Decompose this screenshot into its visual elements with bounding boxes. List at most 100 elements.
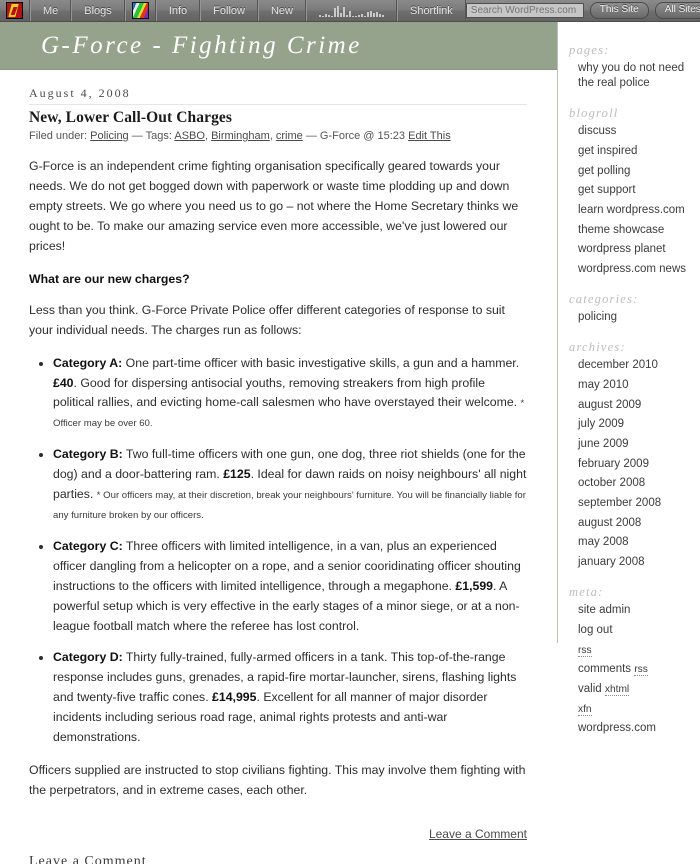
sidebar-list-item: october 2008 bbox=[578, 476, 693, 491]
sidebar-link[interactable]: site admin bbox=[578, 604, 630, 616]
stats-bar bbox=[321, 16, 324, 17]
this-site-button[interactable]: This Site bbox=[589, 2, 649, 19]
post-closing-paragraph: Officers supplied are instructed to stop… bbox=[29, 762, 526, 797]
sidebar-list-item: august 2008 bbox=[578, 516, 693, 531]
sidebar-link[interactable]: october 2008 bbox=[578, 477, 645, 489]
charge-text-after: . Good for dispersing antisocial youths,… bbox=[53, 375, 521, 410]
stats-bar bbox=[381, 15, 384, 17]
sidebar-link[interactable]: get support bbox=[578, 184, 636, 196]
sidebar-link[interactable]: september 2008 bbox=[578, 497, 661, 509]
post-footer-cutoff: Leave a Comment bbox=[29, 853, 147, 864]
sidebar-link[interactable]: wordpress.com news bbox=[578, 263, 686, 275]
sidebar-link[interactable]: comments rss bbox=[578, 663, 648, 677]
sidebar-list-item: why you do not need the real police bbox=[578, 61, 693, 91]
stats-bar bbox=[378, 14, 381, 17]
sidebar-list: site admin log out rss comments rss valid xh… bbox=[569, 603, 693, 736]
charges-list: Category A: One part-time officer with b… bbox=[29, 354, 527, 748]
sidebar-section: blogroll discuss get inspired get polling ge… bbox=[569, 106, 693, 277]
meta-dash-2: — bbox=[305, 130, 317, 142]
adminbar-blogs-label: Blogs bbox=[84, 4, 112, 17]
sidebar-link[interactable]: discuss bbox=[578, 125, 616, 137]
post-tag-asbo[interactable]: ASBO bbox=[174, 130, 205, 142]
stats-bar bbox=[318, 15, 321, 17]
adminbar-me[interactable]: Me bbox=[30, 0, 72, 21]
post-title[interactable]: New, Lower Call-Out Charges bbox=[29, 109, 527, 127]
stats-bar bbox=[327, 15, 330, 17]
tag-sep-1: , bbox=[204, 130, 208, 142]
charge-price: £1,599 bbox=[455, 578, 494, 593]
all-sites-button[interactable]: All Sites bbox=[654, 2, 700, 19]
adminbar-blogs[interactable]: Blogs bbox=[71, 0, 125, 21]
sidebar-list-item: get support bbox=[578, 183, 693, 198]
sidebar-list-item: learn wordpress.com bbox=[578, 203, 693, 218]
abbreviation: xfn bbox=[578, 703, 592, 716]
leave-a-comment-link[interactable]: Leave a Comment bbox=[429, 827, 527, 841]
sidebar-link[interactable]: january 2008 bbox=[578, 556, 645, 568]
charge-text-before: Three officers with limited intelligence… bbox=[53, 538, 521, 593]
charge-item: Category C: Three officers with limited … bbox=[53, 537, 527, 637]
sidebar-list-item: september 2008 bbox=[578, 496, 693, 511]
adminbar-follow[interactable]: Follow bbox=[200, 0, 258, 21]
charge-label: Category D: bbox=[53, 650, 123, 665]
post-category-link[interactable]: Policing bbox=[90, 130, 129, 142]
wordpress-logo-button[interactable] bbox=[0, 0, 30, 21]
sidebar-section: meta: site admin log out rss comments rss val… bbox=[569, 585, 693, 736]
sidebar-link[interactable]: theme showcase bbox=[578, 224, 664, 236]
sidebar-link[interactable]: xfn bbox=[578, 703, 592, 716]
post-tag-crime[interactable]: crime bbox=[276, 130, 303, 142]
sidebar-list-item: xfn bbox=[578, 702, 693, 717]
post-author-time: G-Force @ 15:23 bbox=[319, 130, 406, 142]
post-lead-paragraph: Less than you think. G-Force Private Pol… bbox=[29, 302, 505, 337]
sidebar-link[interactable]: may 2010 bbox=[578, 379, 629, 391]
stats-bar bbox=[366, 12, 369, 17]
sidebar-link[interactable]: august 2008 bbox=[578, 517, 641, 529]
sidebar-section-heading: archives: bbox=[569, 340, 626, 355]
wordpress-logo-icon bbox=[6, 2, 23, 19]
sidebar-list: december 2010 may 2010 august 2009 july 200… bbox=[569, 358, 693, 570]
adminbar-site-button[interactable] bbox=[124, 0, 156, 21]
sidebar-link[interactable]: get inspired bbox=[578, 145, 637, 157]
sidebar-list-item: january 2008 bbox=[578, 555, 693, 570]
stats-bar bbox=[348, 11, 351, 17]
sidebar-link[interactable]: get polling bbox=[578, 165, 630, 177]
page-wrapper: G-Force - Fighting Crime August 4, 2008 … bbox=[0, 22, 700, 864]
post-subheading-text: What are our new charges? bbox=[29, 271, 190, 286]
sidebar-link[interactable]: policing bbox=[578, 311, 617, 323]
sidebar-link[interactable]: why you do not need the real police bbox=[578, 62, 684, 89]
stats-bar bbox=[351, 16, 354, 17]
sidebar-link[interactable]: valid xhtml bbox=[578, 683, 630, 696]
adminbar-new[interactable]: New bbox=[257, 0, 306, 21]
sidebar-link[interactable]: rss bbox=[578, 644, 592, 657]
sidebar-section: pages: why you do not need the real polic… bbox=[569, 43, 693, 91]
stats-sparkline-icon bbox=[318, 4, 384, 17]
sidebar-link[interactable]: wordpress.com bbox=[578, 722, 656, 734]
sidebar-link[interactable]: july 2009 bbox=[578, 418, 624, 430]
post-tag-birmingham[interactable]: Birmingham bbox=[211, 130, 270, 142]
sidebar-link[interactable]: june 2009 bbox=[578, 438, 629, 450]
adminbar-follow-label: Follow bbox=[213, 4, 245, 17]
sidebar-link[interactable]: learn wordpress.com bbox=[578, 204, 685, 216]
sidebar-link[interactable]: december 2010 bbox=[578, 359, 658, 371]
sidebar-link[interactable]: august 2009 bbox=[578, 399, 641, 411]
stats-bar bbox=[357, 15, 360, 17]
blog-title[interactable]: G-Force - Fighting Crime bbox=[0, 32, 362, 60]
adminbar-info[interactable]: Info bbox=[155, 0, 201, 21]
post-meta: Filed under: Policing — Tags: ASBO, Birm… bbox=[29, 129, 527, 144]
charge-item: Category D: Thirty fully-trained, fully-… bbox=[53, 648, 527, 748]
adminbar-stats-button[interactable] bbox=[305, 0, 397, 21]
sidebar-link[interactable]: february 2009 bbox=[578, 458, 649, 470]
sidebar-list-item: may 2008 bbox=[578, 535, 693, 550]
post-intro-paragraph: G-Force is an independent crime fighting… bbox=[29, 159, 519, 254]
sidebar-section-heading: meta: bbox=[569, 585, 604, 600]
charge-footnote: * Our officers may, at their discretion,… bbox=[53, 490, 526, 521]
sidebar-link[interactable]: log out bbox=[578, 624, 613, 636]
adminbar-shortlink[interactable]: Shortlink bbox=[396, 0, 466, 21]
sidebar-link[interactable]: may 2008 bbox=[578, 536, 629, 548]
edit-this-link[interactable]: Edit This bbox=[408, 130, 451, 142]
sidebar-link[interactable]: wordpress planet bbox=[578, 243, 666, 255]
sidebar: pages: why you do not need the real polic… bbox=[558, 22, 699, 734]
adminbar-info-label: Info bbox=[168, 4, 188, 17]
main-column: G-Force - Fighting Crime August 4, 2008 … bbox=[0, 22, 558, 864]
rainbow-site-icon bbox=[131, 2, 149, 19]
search-input[interactable] bbox=[465, 3, 584, 18]
